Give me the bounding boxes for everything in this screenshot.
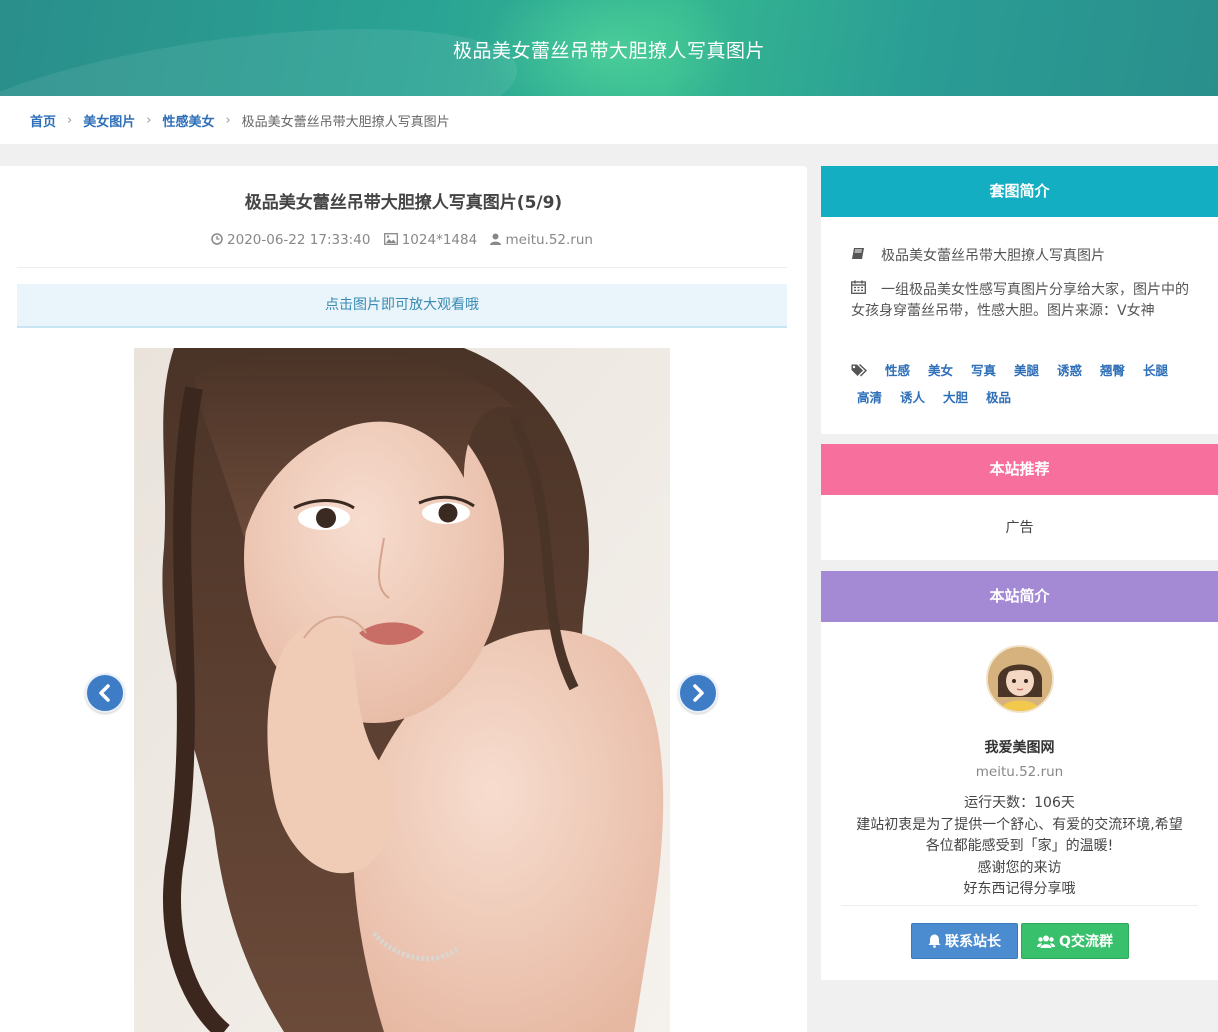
chevron-left-icon (99, 684, 110, 702)
tag-link[interactable]: 性感 (885, 358, 910, 383)
about-line: 建站初衷是为了提供一个舒心、有爱的交流环境,希望 (856, 816, 1183, 833)
site-description: 运行天数：106天 建站初衷是为了提供一个舒心、有爱的交流环境,希望 各位都能感… (821, 783, 1218, 901)
meta-dimensions-text: 1024*1484 (401, 232, 478, 248)
avatar (986, 645, 1054, 713)
main-photo[interactable] (134, 348, 670, 1032)
breadcrumb-beauty-images[interactable]: 美女图片 (83, 111, 135, 130)
post-meta: 2020-06-22 17:33:40 1024*1484 meitu.52.r… (0, 232, 807, 248)
breadcrumb-home[interactable]: 首页 (30, 111, 56, 130)
divider (17, 267, 787, 268)
meta-source: meitu.52.run (490, 232, 595, 248)
tag-list: 性感 美女 写真 美腿 诱惑 翘臀 长腿 高清 诱人 大胆 极品 (851, 358, 1196, 410)
tag-link[interactable]: 美女 (928, 358, 953, 383)
previous-image-button[interactable] (85, 673, 125, 713)
breadcrumb-current: 极品美女蕾丝吊带大胆撩人写真图片 (241, 114, 450, 130)
group-icon (1037, 935, 1056, 948)
qq-group-label: Q交流群 (1059, 934, 1113, 950)
album-description-row: 一组极品美女性感写真图片分享给大家，图片中的女孩身穿蕾丝吊带，性感大胆。图片来源… (851, 280, 1196, 322)
clock-icon (211, 233, 223, 245)
recommend-heading: 本站推荐 (821, 444, 1218, 495)
site-name: 我爱美图网 (984, 740, 1055, 756)
main-panel: 极品美女蕾丝吊带大胆撩人写真图片(5/9) 2020-06-22 17:33:4… (0, 166, 807, 1032)
running-days: 运行天数：106天 (964, 795, 1075, 811)
about-site-card: 本站简介 我爱美图网 meitu.52.run 运行天数：106天 建站初衷是为… (821, 571, 1218, 980)
image-icon (383, 233, 398, 245)
breadcrumb-sexy-beauty[interactable]: 性感美女 (162, 111, 214, 130)
portrait-photo[interactable] (134, 348, 670, 1032)
zoom-hint: 点击图片即可放大观看哦 (17, 284, 787, 328)
meta-source-text: meitu.52.run (505, 232, 593, 248)
album-title: 极品美女蕾丝吊带大胆撩人写真图片 (881, 248, 1105, 264)
post-title: 极品美女蕾丝吊带大胆撩人写真图片(5/9) (244, 193, 563, 213)
contact-owner-button[interactable]: 联系站长 (911, 923, 1018, 959)
bell-icon (928, 934, 941, 948)
about-line: 感谢您的来访 (977, 859, 1062, 876)
tags-icon (851, 360, 871, 385)
about-line: 好东西记得分享哦 (963, 881, 1076, 897)
meta-dimensions: 1024*1484 (383, 232, 485, 248)
calendar-icon (851, 280, 867, 301)
about-site-heading: 本站简介 (821, 571, 1218, 622)
tag-link[interactable]: 长腿 (1143, 358, 1168, 383)
book-icon (851, 246, 867, 267)
next-image-button[interactable] (678, 673, 718, 713)
meta-date: 2020-06-22 17:33:40 (211, 232, 378, 248)
ad-slot[interactable]: 广告 (821, 517, 1218, 537)
tag-link[interactable]: 高清 (857, 385, 882, 410)
divider (841, 905, 1198, 906)
qq-group-button[interactable]: Q交流群 (1021, 923, 1129, 959)
about-line: 各位都能感受到「家」的温暖! (925, 838, 1114, 854)
meta-date-text: 2020-06-22 17:33:40 (227, 232, 371, 248)
breadcrumb-separator: › (225, 112, 231, 128)
header-banner: 极品美女蕾丝吊带大胆撩人写真图片 (0, 0, 1218, 96)
tag-link[interactable]: 写真 (971, 358, 996, 383)
breadcrumb: 首页 › 美女图片 › 性感美女 › 极品美女蕾丝吊带大胆撩人写真图片 (0, 96, 1218, 144)
tag-link[interactable]: 翘臀 (1100, 358, 1125, 383)
contact-owner-label: 联系站长 (945, 934, 1001, 950)
user-icon (490, 233, 502, 245)
album-description: 一组极品美女性感写真图片分享给大家，图片中的女孩身穿蕾丝吊带，性感大胆。图片来源… (851, 282, 1189, 319)
breadcrumb-separator: › (146, 112, 152, 128)
chevron-right-icon (693, 684, 704, 702)
page-title: 极品美女蕾丝吊带大胆撩人写真图片 (452, 40, 765, 62)
tag-link[interactable]: 诱惑 (1057, 358, 1082, 383)
album-title-row: 极品美女蕾丝吊带大胆撩人写真图片 (851, 246, 1105, 267)
album-intro-heading: 套图简介 (821, 166, 1218, 217)
tag-link[interactable]: 诱人 (900, 385, 925, 410)
recommend-card: 本站推荐 广告 (821, 444, 1218, 560)
album-intro-card: 套图简介 极品美女蕾丝吊带大胆撩人写真图片 一组极品美女性感写真图片分享给大家，… (821, 166, 1218, 434)
tag-link[interactable]: 大胆 (943, 385, 968, 410)
tag-link[interactable]: 美腿 (1014, 358, 1039, 383)
site-url: meitu.52.run (975, 764, 1064, 780)
breadcrumb-separator: › (67, 112, 73, 128)
tag-link[interactable]: 极品 (986, 385, 1011, 410)
